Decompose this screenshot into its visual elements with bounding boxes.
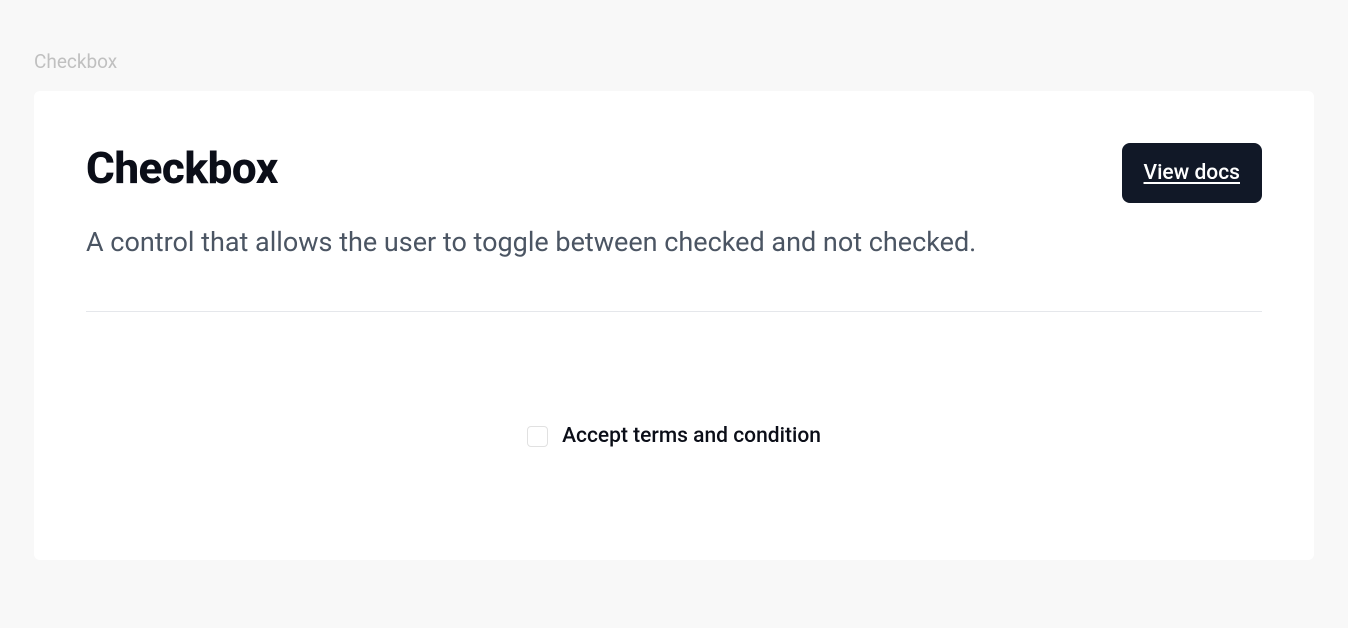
component-card: Checkbox A control that allows the user … (34, 91, 1314, 560)
accept-terms-checkbox[interactable] (527, 426, 548, 447)
card-header: Checkbox A control that allows the user … (86, 143, 1262, 263)
page-title: Checkbox (86, 143, 1006, 194)
view-docs-button[interactable]: View docs (1122, 143, 1262, 203)
page-description: A control that allows the user to toggle… (86, 222, 1006, 264)
accept-terms-label[interactable]: Accept terms and condition (562, 424, 821, 448)
demo-area: Accept terms and condition (86, 312, 1262, 504)
title-block: Checkbox A control that allows the user … (86, 143, 1006, 263)
checkbox-field: Accept terms and condition (527, 424, 821, 448)
breadcrumb: Checkbox (34, 0, 1314, 91)
